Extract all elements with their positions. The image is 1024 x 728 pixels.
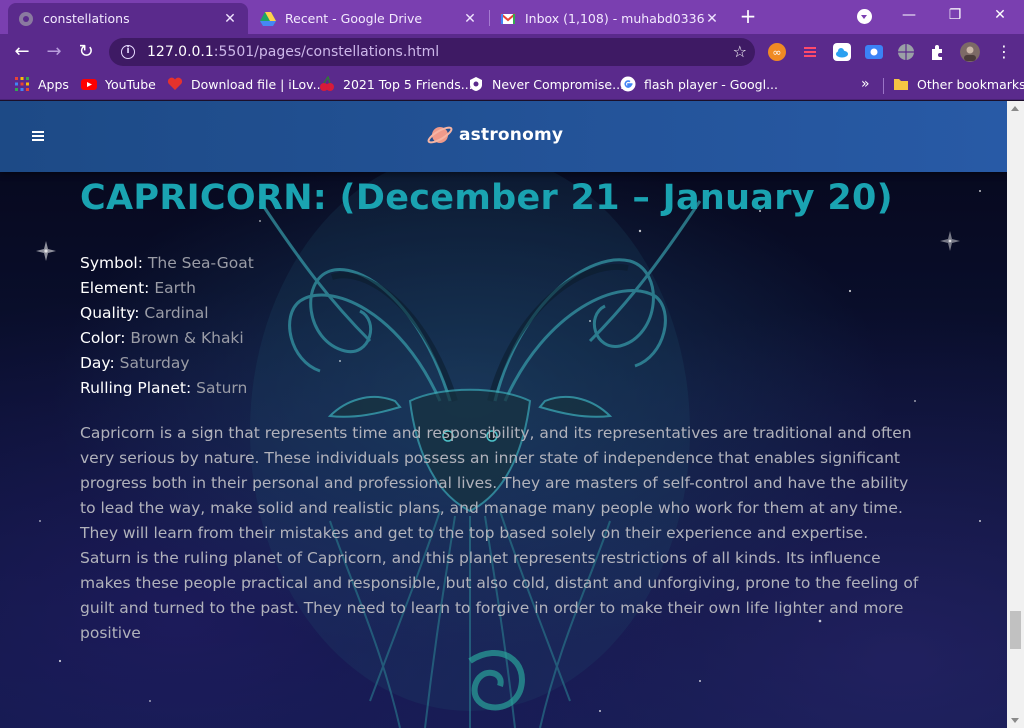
url-text: 127.0.0.1:5501/pages/constellations.html [147,44,439,60]
page-scrollbar[interactable] [1007,101,1024,728]
fact-value: Brown & Khaki [130,329,244,347]
svg-text:∞: ∞ [772,46,781,59]
more-bookmarks-chevron-icon[interactable]: » [861,76,870,92]
back-button[interactable]: ← [10,41,34,63]
tab-gmail-inbox[interactable]: Inbox (1,108) - muhabd0336@gm ✕ [490,3,730,34]
google-icon [620,76,636,92]
url-path: :5501/pages/constellations.html [213,44,440,60]
other-bookmarks-label: Other bookmarks [917,76,1024,92]
constellation-content: CAPRICORN: (December 21 – January 20) Sy… [80,173,920,646]
gmail-icon [500,12,516,24]
close-window-button[interactable]: ✕ [985,4,1015,26]
sign-description: Capricorn is a sign that represents time… [80,424,919,642]
apps-grid-icon [15,77,29,91]
close-tab-icon[interactable]: ✕ [222,11,238,27]
fact-key: Symbol: [80,254,143,272]
close-tab-icon[interactable]: ✕ [462,11,478,27]
hamburger-menu-icon[interactable] [32,131,44,141]
fact-symbol: Symbol: The Sea-Goat [80,251,920,276]
tab-title: Inbox (1,108) - muhabd0336@gm [525,11,704,26]
address-bar[interactable]: i 127.0.0.1:5501/pages/constellations.ht… [109,38,755,66]
browser-toolbar: ← → ↻ i 127.0.0.1:5501/pages/constellati… [0,34,1024,70]
bookmark-never-compromise[interactable]: Never Compromise... [468,76,624,92]
tab-google-drive[interactable]: Recent - Google Drive ✕ [250,3,488,34]
bookmark-top-friends[interactable]: 2021 Top 5 Friends... [319,76,473,92]
tab-search-button[interactable] [857,9,872,24]
cloud-extension-icon[interactable] [832,42,852,62]
tab-title: Recent - Google Drive [285,11,423,26]
badge-icon [470,77,482,91]
fact-key: Quality: [80,304,140,322]
profile-avatar[interactable] [960,42,980,62]
bookmark-label: Download file | iLov... [191,76,325,92]
browser-tab-strip: constellations ✕ Recent - Google Drive ✕… [0,0,1024,34]
fact-value: Saturn [196,379,248,397]
bookmark-star-icon[interactable]: ☆ [733,42,747,61]
minimize-button[interactable]: — [894,4,924,26]
fact-color: Color: Brown & Khaki [80,326,920,351]
globe-extension-icon[interactable] [896,42,916,62]
fact-value: The Sea-Goat [147,254,254,272]
planet-logo-icon [427,126,453,144]
cherries-icon [320,76,334,91]
other-bookmarks[interactable]: Other bookmarks [893,76,1024,92]
url-host: 127.0.0.1 [147,44,214,60]
globe-icon [19,11,33,26]
bookmarks-divider [883,78,884,94]
bookmark-youtube[interactable]: YouTube [81,76,156,92]
bookmark-label: flash player - Googl... [644,76,779,92]
reload-button[interactable]: ↻ [74,41,98,63]
fact-key: Element: [80,279,150,297]
screen-extension-icon[interactable] [864,42,884,62]
fact-key: Day: [80,354,115,372]
heart-icon [167,77,183,90]
brand-name: astronomy [459,125,564,145]
scrollbar-thumb[interactable] [1010,611,1021,649]
bookmark-label: Apps [38,76,69,92]
youtube-icon [81,79,97,90]
infinity-extension-icon[interactable]: ∞ [767,42,787,62]
fact-element: Element: Earth [80,276,920,301]
sign-facts: Symbol: The Sea-Goat Element: Earth Qual… [80,251,920,401]
forward-button[interactable]: → [42,41,66,63]
bookmark-ilovepdf[interactable]: Download file | iLov... [167,76,325,92]
site-info-icon[interactable]: i [121,45,135,59]
fact-value: Saturday [119,354,190,372]
bookmark-apps[interactable]: Apps [14,76,69,92]
tab-constellations[interactable]: constellations ✕ [8,3,248,34]
bookmark-flash-player[interactable]: flash player - Googl... [620,76,778,92]
scroll-down-arrow-icon[interactable] [1011,718,1019,723]
fact-key: Color: [80,329,126,347]
bookmark-label: Never Compromise... [492,76,625,92]
bookmark-label: YouTube [105,76,156,92]
fact-value: Earth [154,279,196,297]
sign-title: CAPRICORN: (December 21 – January 20) [80,178,893,218]
bookmark-label: 2021 Top 5 Friends... [343,76,473,92]
bookmarks-bar: Apps YouTube Download file | iLov... 202… [0,70,1024,100]
new-tab-button[interactable]: + [737,5,759,27]
site-navbar: astronomy [0,101,1007,172]
fact-ruling-planet: Rulling Planet: Saturn [80,376,920,401]
fact-key: Rulling Planet: [80,379,192,397]
extensions-puzzle-icon[interactable] [928,42,948,62]
scroll-up-arrow-icon[interactable] [1011,106,1019,111]
chrome-menu-icon[interactable]: ⋮ [996,42,1012,62]
site-brand[interactable]: astronomy [427,122,563,148]
tab-title: constellations [43,11,130,26]
folder-icon [894,79,908,90]
restore-button[interactable]: ❐ [940,4,970,26]
list-extension-icon[interactable] [800,42,820,62]
fact-quality: Quality: Cardinal [80,301,920,326]
page-viewport: astronomy CAPRICORN: (December 21 – Janu… [0,101,1007,728]
close-tab-icon[interactable]: ✕ [704,11,720,27]
fact-value: Cardinal [144,304,209,322]
fact-day: Day: Saturday [80,351,920,376]
google-drive-icon [260,11,276,26]
